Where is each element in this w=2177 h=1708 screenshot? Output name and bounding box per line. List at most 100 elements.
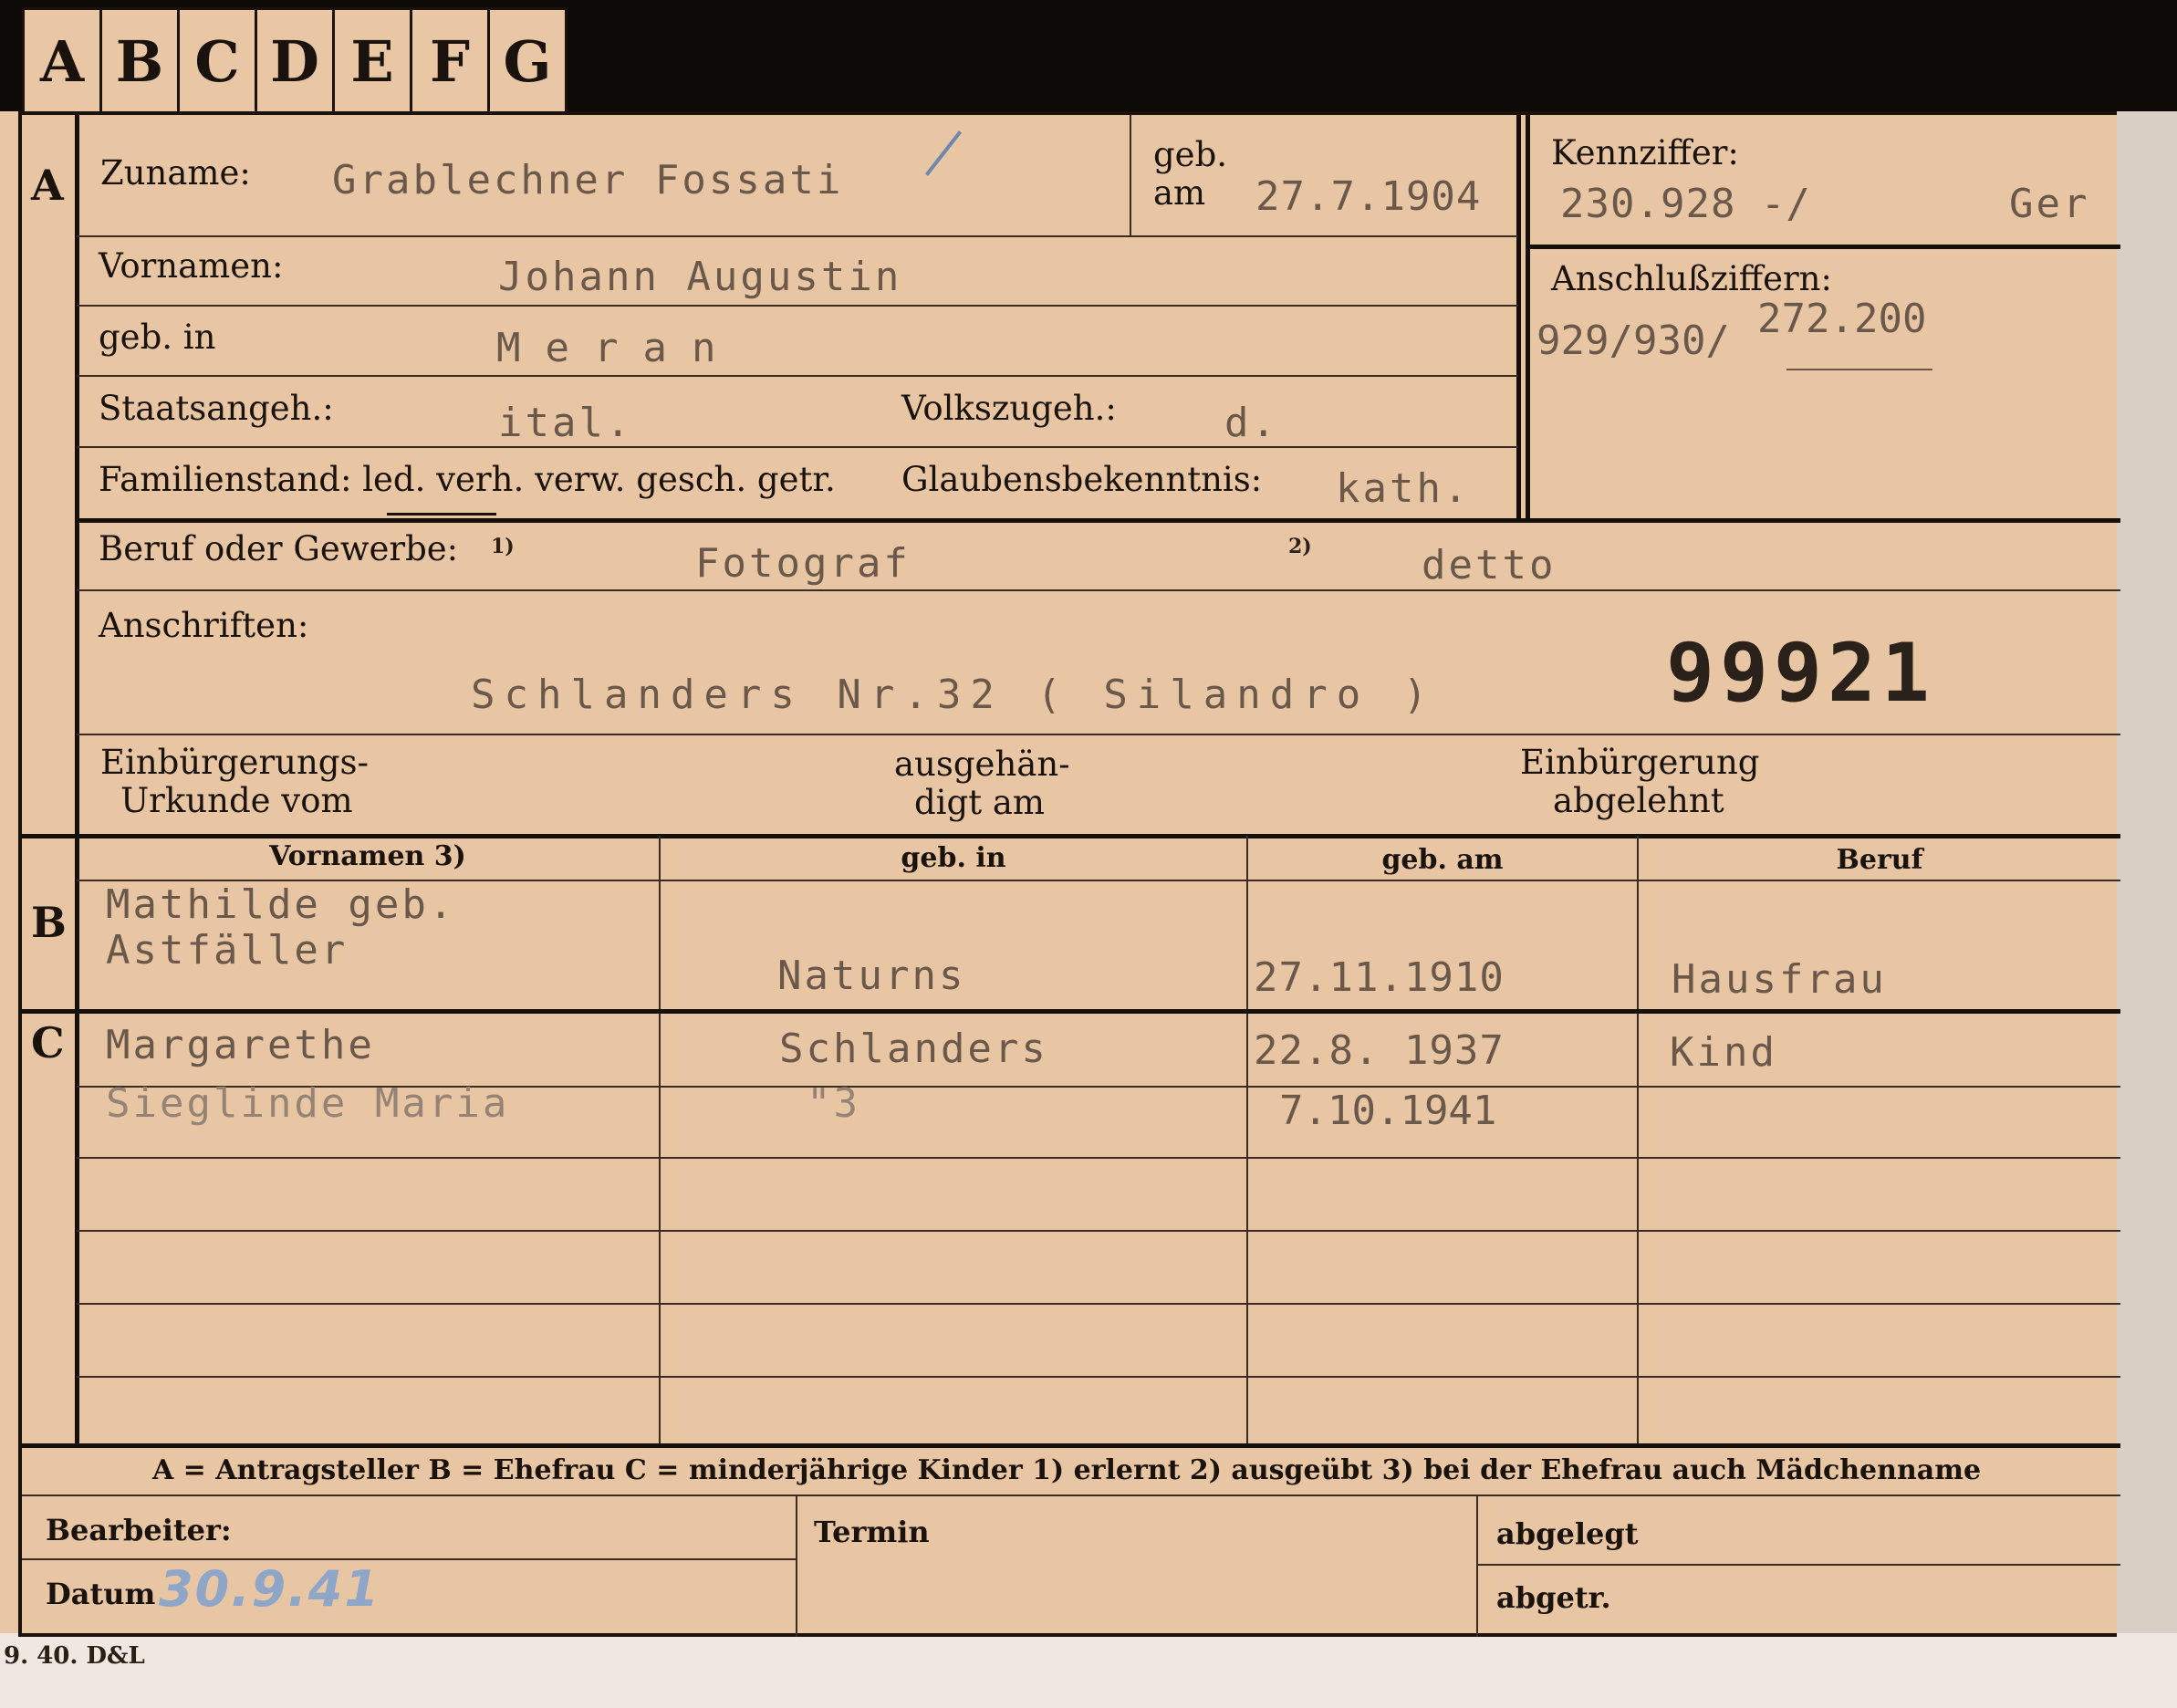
naturalization-refused-label-2: abgelehnt	[1553, 781, 1724, 820]
filed-label: abgelegt	[1496, 1516, 1639, 1551]
child-1-birthplace: Schlanders	[779, 1026, 1048, 1072]
tab-f[interactable]: F	[412, 10, 490, 112]
wife-name-line-1: Mathilde geb.	[106, 881, 456, 928]
tab-d[interactable]: D	[257, 10, 335, 112]
wife-birthdate: 27.11.1910	[1254, 954, 1505, 1001]
child-1-birthdate: 22.8. 1937	[1254, 1027, 1505, 1074]
rule	[77, 1303, 2120, 1305]
rule	[77, 518, 2120, 523]
firstnames-value: Johann Augustin	[498, 254, 902, 300]
surname-value: Grablechner Fossati	[332, 157, 844, 203]
column-header-birthdate: geb. am	[1381, 844, 1504, 876]
rule	[1637, 836, 1639, 1447]
rule	[77, 446, 1518, 448]
date-label: Datum	[46, 1577, 156, 1611]
code-label: Kennziffer:	[1551, 133, 1739, 172]
child-1-name: Margarethe	[106, 1022, 375, 1068]
section-a-marker: A	[31, 161, 64, 210]
naturalization-doc-label-2: Urkunde vom	[120, 781, 353, 820]
firstnames-label: Vornamen:	[99, 246, 284, 286]
check-mark	[924, 130, 963, 176]
rule	[1526, 245, 2120, 249]
birthplace-label: geb. in	[99, 318, 216, 357]
rule	[77, 589, 2120, 591]
section-c-marker: C	[31, 1018, 65, 1068]
religion-label: Glaubensbekenntnis:	[901, 460, 1263, 499]
birthplace-value: Meran	[496, 325, 741, 371]
born-label-bottom: am	[1153, 173, 1206, 213]
column-header-birthplace: geb. in	[901, 842, 1006, 874]
rule	[77, 235, 1518, 237]
rule	[22, 1009, 2120, 1014]
rule	[659, 836, 661, 1447]
ethnicity-label: Volkszugeh.:	[901, 389, 1117, 428]
wife-name-line-2: Astfäller	[106, 927, 349, 974]
rule	[22, 1443, 2120, 1448]
linked-codes-label: Anschlußziffern:	[1551, 259, 1832, 298]
birth-date-value: 27.7.1904	[1255, 173, 1482, 220]
rule	[796, 1496, 797, 1637]
marital-status-underline	[387, 513, 496, 516]
date-stamp: 30.9.41	[159, 1560, 380, 1618]
linked-code-underline	[1786, 369, 1932, 370]
rule	[1246, 836, 1248, 1447]
surname-label: Zuname:	[100, 153, 251, 193]
citizenship-label: Staatsangeh.:	[99, 389, 334, 428]
address-label: Anschriften:	[99, 606, 309, 645]
tab-a[interactable]: A	[25, 10, 102, 112]
rule	[1478, 1564, 2120, 1566]
rule	[77, 305, 1518, 307]
child-2-birthplace: "3	[807, 1080, 860, 1127]
tab-b[interactable]: B	[102, 10, 180, 112]
marital-status-label: Familienstand: led. verh. verw. gesch. g…	[99, 460, 836, 499]
tab-g[interactable]: G	[490, 10, 565, 112]
naturalization-doc-label-1: Einbürgerungs-	[100, 743, 369, 782]
ethnicity-value: d.	[1224, 400, 1278, 446]
scanner-background	[2117, 111, 2177, 1708]
religion-value: kath.	[1336, 465, 1471, 512]
clerk-label: Bearbeiter:	[46, 1513, 232, 1547]
registration-card: A B C Zuname: Grablechner Fossati geb. a…	[18, 111, 2120, 1637]
linked-code-2: 272.200	[1757, 296, 1927, 342]
citizenship-value: ital.	[498, 400, 633, 446]
address-value: Schlanders Nr.32 ( Silandro )	[471, 672, 1437, 718]
rule	[1130, 115, 1131, 235]
handed-out-label-1: ausgehän-	[894, 745, 1070, 784]
footnote-2-marker: 2)	[1288, 535, 1312, 558]
rule	[77, 1230, 2120, 1232]
rule	[22, 1558, 797, 1560]
handed-out-label-2: digt am	[914, 783, 1045, 822]
tab-e[interactable]: E	[335, 10, 412, 112]
rule	[22, 1494, 2120, 1496]
card-margin	[0, 1633, 2177, 1708]
footnote-1-marker: 1)	[491, 535, 515, 558]
rule	[22, 834, 2120, 838]
rule	[1526, 115, 1530, 522]
linked-code-1: 929/930/	[1536, 318, 1730, 364]
code-suffix: Ger	[2009, 181, 2090, 227]
tab-c[interactable]: C	[180, 10, 257, 112]
code-value: 230.928 -/	[1560, 181, 1811, 227]
rule	[77, 375, 1518, 377]
child-2-birthdate: 7.10.1941	[1279, 1088, 1497, 1134]
child-2-name: Sieglinde Maria	[106, 1080, 510, 1127]
wife-profession: Hausfrau	[1672, 956, 1887, 1003]
born-label-top: geb.	[1153, 135, 1228, 174]
wife-birthplace: Naturns	[777, 953, 966, 999]
profession-practiced-value: detto	[1422, 542, 1557, 588]
legend: A = Antragsteller B = Ehefrau C = minder…	[151, 1454, 1982, 1486]
index-tabs: A B C D E F G	[22, 7, 568, 115]
sent-label: abgetr.	[1496, 1580, 1611, 1615]
rule	[77, 1157, 2120, 1159]
section-b-marker: B	[31, 898, 67, 947]
print-code: 9. 40. D&L	[4, 1642, 145, 1670]
left-margin-rule	[75, 115, 79, 1447]
rule	[77, 1376, 2120, 1378]
rule	[1516, 115, 1521, 522]
rule	[1476, 1496, 1478, 1637]
child-1-profession: Kind	[1670, 1029, 1777, 1076]
naturalization-refused-label-1: Einbürgerung	[1520, 743, 1760, 782]
column-header-firstnames: Vornamen 3)	[269, 840, 466, 872]
card-number: 99921	[1666, 626, 1935, 720]
rule	[77, 734, 2120, 735]
